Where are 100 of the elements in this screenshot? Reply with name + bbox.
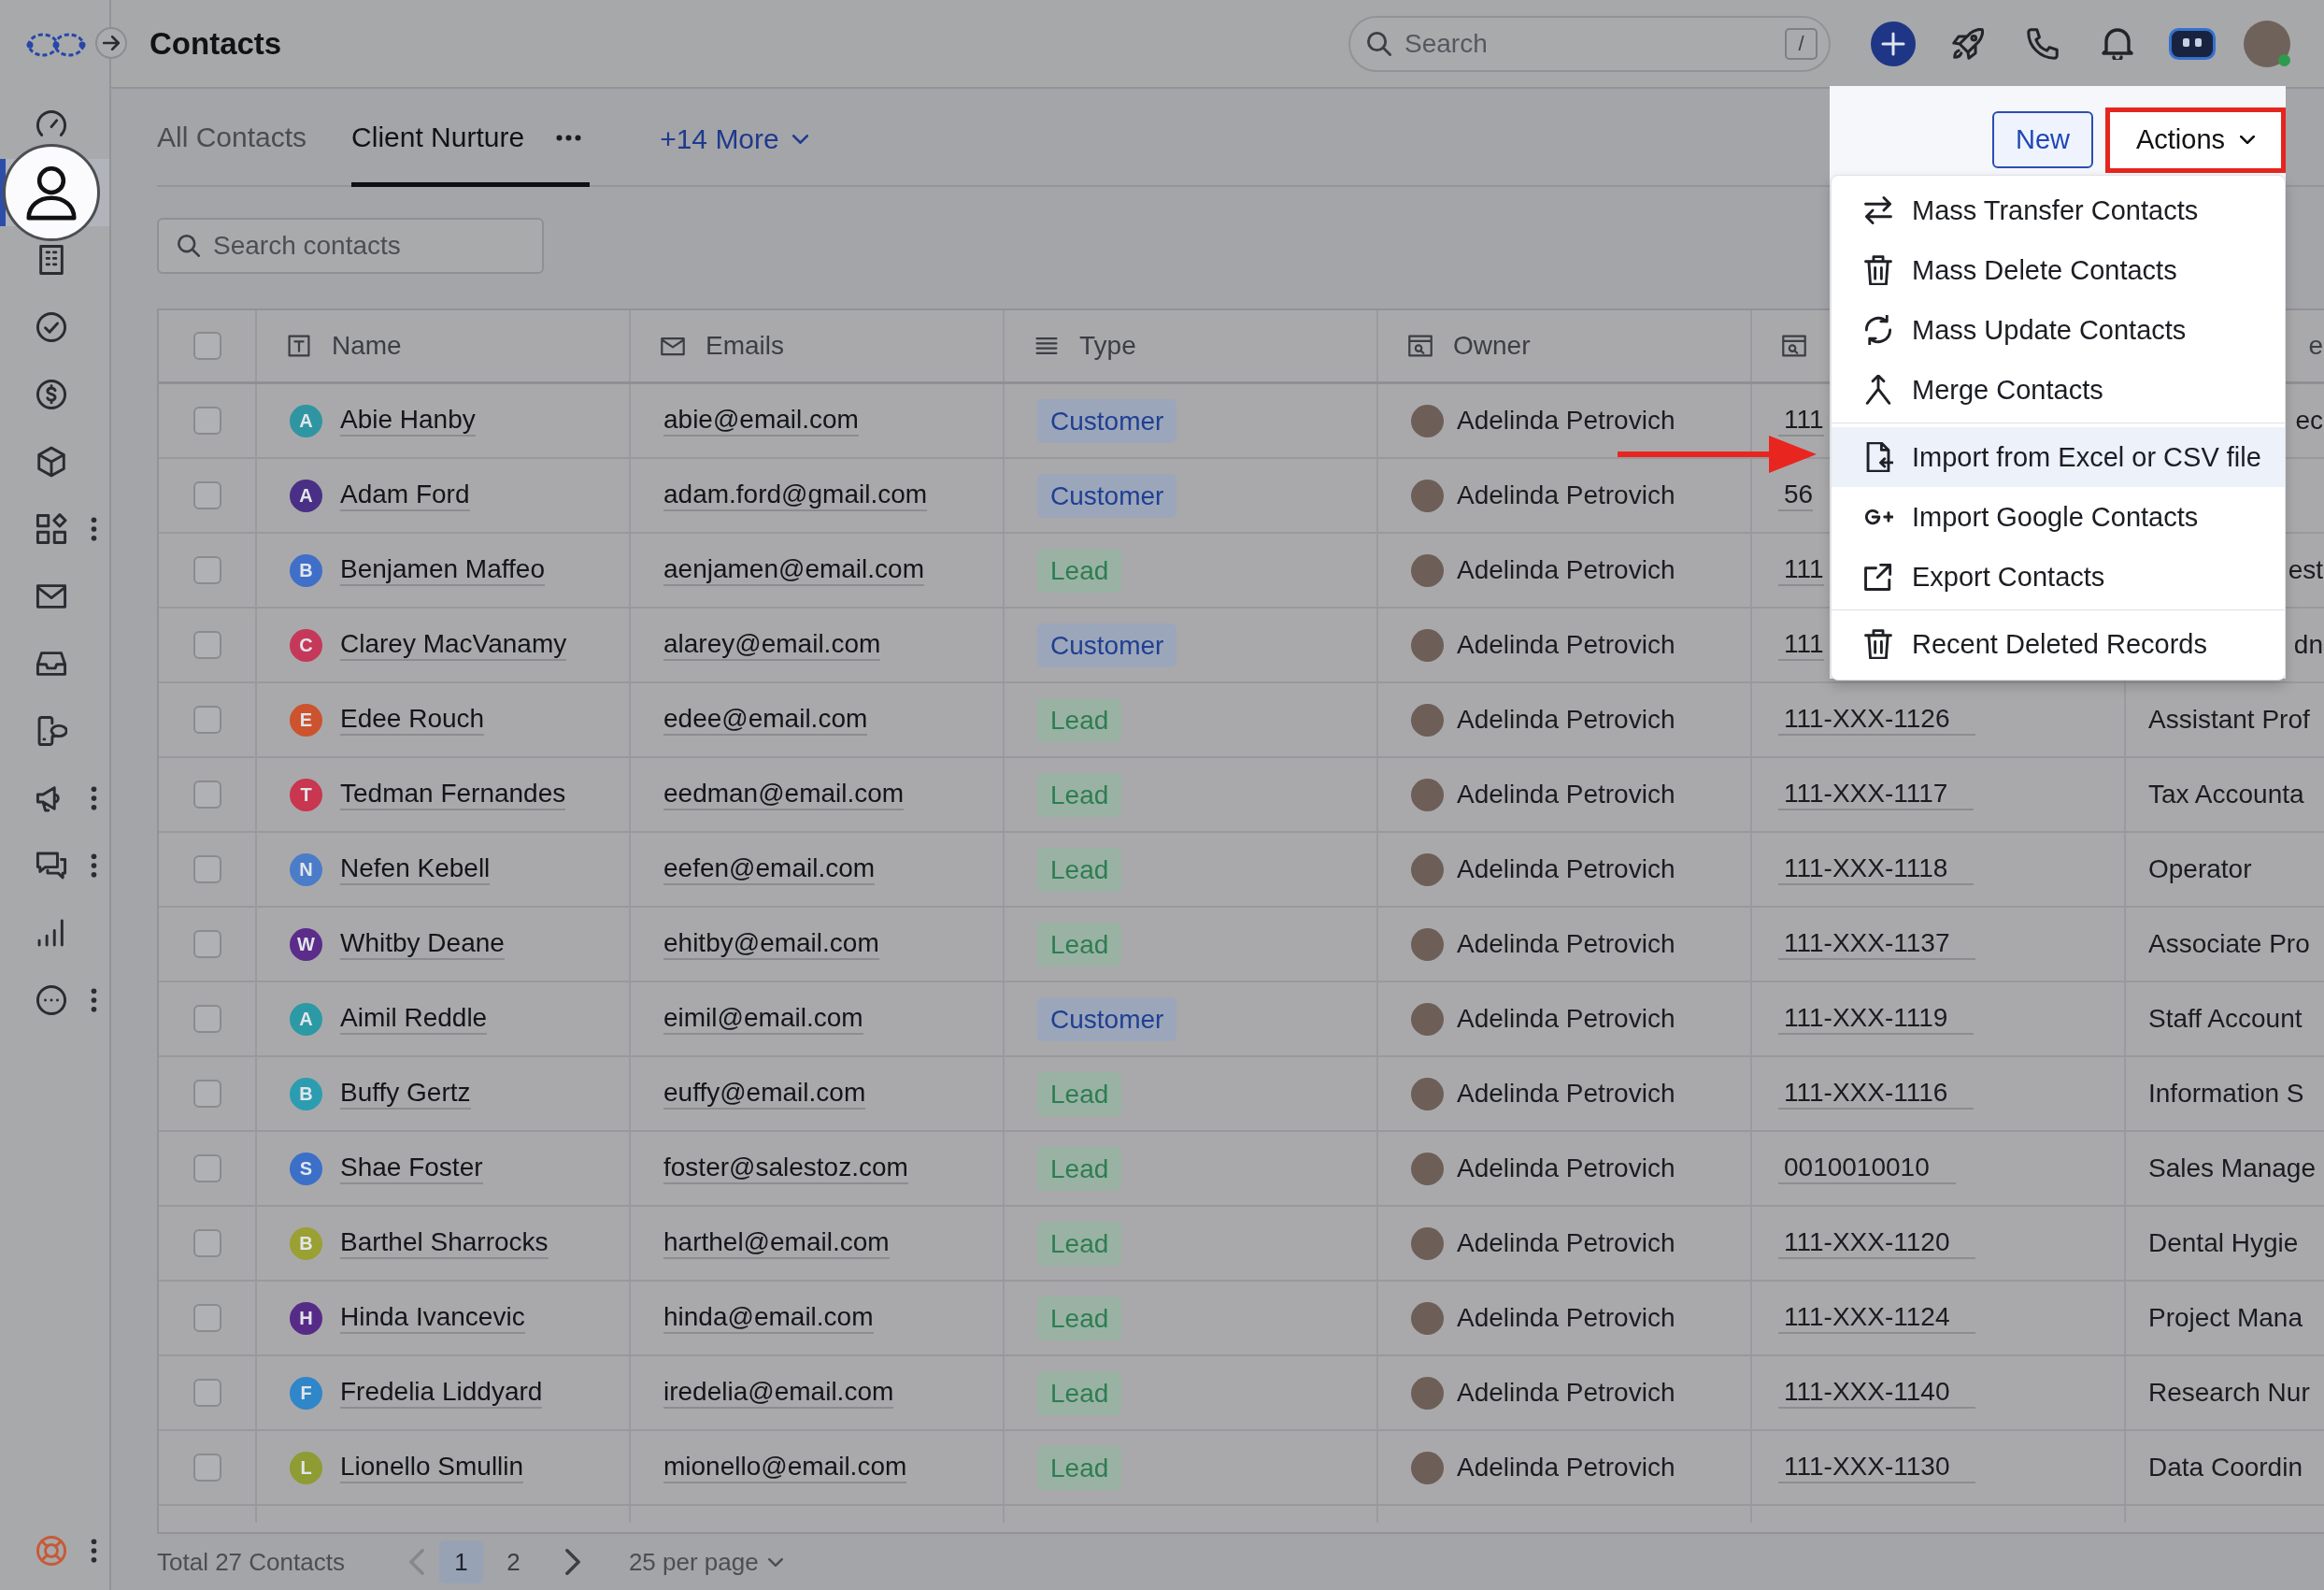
cell-text: Tax Accounta — [2148, 779, 2304, 810]
page-button[interactable]: 2 — [491, 1540, 535, 1583]
kebab-icon[interactable] — [91, 988, 97, 1012]
email-link[interactable]: eefen@email.com — [663, 852, 876, 886]
view-tab[interactable]: Client Nurture — [351, 89, 591, 187]
menu-item[interactable]: Import from Excel or CSV file — [1832, 427, 2285, 487]
row-checkbox[interactable] — [192, 930, 221, 958]
kebab-icon[interactable] — [91, 786, 97, 810]
row-checkbox[interactable] — [192, 706, 221, 734]
chevron-right-icon[interactable] — [564, 1549, 580, 1575]
column-header[interactable]: Emails — [706, 331, 784, 361]
arrow-icon — [103, 36, 120, 50]
email-link[interactable]: hinda@email.com — [663, 1301, 874, 1335]
column-header[interactable]: Owner — [1453, 331, 1531, 361]
initial-avatar: A — [290, 404, 322, 437]
row-checkbox[interactable] — [192, 855, 221, 883]
menu-item[interactable]: Import Google Contacts — [1832, 487, 2285, 547]
phone-number: 111 — [1778, 404, 1824, 437]
bell-icon[interactable] — [2102, 27, 2133, 60]
owner-avatar — [1411, 852, 1444, 886]
owner-name: Adelinda Petrovich — [1457, 1303, 1675, 1333]
email-link[interactable]: euffy@email.com — [663, 1077, 866, 1110]
user-avatar[interactable] — [2244, 20, 2290, 67]
phone-number: 111 — [1778, 553, 1824, 587]
new-button[interactable]: New — [1992, 111, 2093, 168]
cube-icon[interactable] — [36, 446, 67, 478]
contact-name[interactable]: Benjamen Maffeo — [340, 553, 545, 587]
plus-icon[interactable] — [1871, 21, 1916, 66]
menu-item[interactable]: Export Contacts — [1832, 547, 2285, 607]
cell-text: Associate Pro — [2148, 928, 2310, 960]
row-checkbox[interactable] — [192, 1379, 221, 1407]
email-link[interactable]: adam.ford@gmail.com — [663, 479, 928, 512]
column-header[interactable]: Type — [1079, 331, 1136, 361]
kebab-icon[interactable] — [91, 1539, 97, 1563]
menu-item[interactable]: Merge Contacts — [1832, 360, 2285, 420]
email-link[interactable]: iredelia@email.com — [663, 1376, 894, 1410]
contact-name[interactable]: Edee Rouch — [340, 703, 485, 737]
initial-avatar: S — [290, 1152, 322, 1185]
contact-name[interactable]: Tedman Fernandes — [340, 778, 566, 811]
page-button[interactable]: 1 — [438, 1540, 483, 1583]
phone-chat-icon[interactable] — [36, 715, 67, 747]
cell-text: est — [2288, 554, 2323, 586]
row-checkbox[interactable] — [192, 1154, 221, 1182]
email-link[interactable]: eimil@email.com — [663, 1002, 863, 1036]
column-header[interactable]: e — [2308, 331, 2323, 361]
robot-icon[interactable] — [2169, 27, 2216, 60]
email-link[interactable]: eedman@email.com — [663, 778, 905, 811]
menu-item[interactable]: Recent Deleted Records — [1832, 614, 2285, 674]
row-checkbox[interactable] — [192, 1080, 221, 1108]
row-checkbox[interactable] — [192, 1304, 221, 1332]
phone-icon[interactable] — [2027, 27, 2059, 60]
more-icon[interactable] — [556, 134, 582, 141]
row-checkbox[interactable] — [192, 1454, 221, 1482]
phone-number: 111-XXX-1137 — [1778, 927, 1976, 961]
email-link[interactable]: aenjamen@email.com — [663, 553, 924, 587]
search-contacts-field[interactable]: Search contacts — [157, 218, 544, 274]
cell-text: Project Mana — [2148, 1302, 2303, 1334]
email-link[interactable]: edee@email.com — [663, 703, 868, 737]
row-checkbox[interactable] — [192, 1005, 221, 1033]
type-tag: Customer — [1037, 473, 1177, 518]
row-checkbox[interactable] — [192, 407, 221, 435]
chat-bubbles-icon[interactable] — [36, 850, 67, 881]
column-header[interactable]: Name — [332, 331, 402, 361]
phone-number: 111-XXX-1117 — [1778, 778, 1975, 811]
menu-item[interactable]: Mass Update Contacts — [1832, 300, 2285, 360]
email-link[interactable]: foster@salestoz.com — [663, 1152, 908, 1185]
contact-name[interactable]: Clarey MacVanamy — [340, 628, 567, 662]
contact-name[interactable]: Whitby Deane — [340, 927, 505, 961]
cell-text: Data Coordin — [2148, 1452, 2303, 1483]
apps-icon[interactable] — [36, 513, 67, 545]
menu-item[interactable]: Mass Transfer Contacts — [1832, 180, 2285, 240]
row-checkbox[interactable] — [192, 631, 221, 659]
row-checkbox[interactable] — [192, 556, 221, 584]
more-views-button[interactable]: +14 More — [660, 89, 808, 185]
contact-name[interactable]: Aimil Reddle — [340, 1002, 488, 1036]
email-link[interactable]: mionello@email.com — [663, 1451, 907, 1484]
rocket-icon[interactable] — [1952, 27, 1984, 60]
contact-name[interactable]: Barthel Sharrocks — [340, 1226, 549, 1260]
contact-name[interactable]: Abie Hanby — [340, 404, 476, 437]
contact-name[interactable]: Fredelia Liddyard — [340, 1376, 543, 1410]
row-checkbox[interactable] — [192, 481, 221, 509]
row-checkbox[interactable] — [192, 781, 221, 809]
contact-name[interactable]: Buffy Gertz — [340, 1077, 471, 1110]
email-link[interactable]: abie@email.com — [663, 404, 859, 437]
actions-button[interactable]: Actions — [2110, 111, 2281, 168]
type-tag: Lead — [1037, 1296, 1122, 1340]
email-link[interactable]: ehitby@email.com — [663, 927, 879, 961]
contact-name[interactable]: Nefen Kebell — [340, 852, 491, 886]
dollar-icon[interactable] — [36, 379, 67, 410]
menu-item[interactable]: Mass Delete Contacts — [1832, 240, 2285, 300]
contact-name[interactable]: Adam Ford — [340, 479, 470, 512]
kebab-icon[interactable] — [91, 853, 97, 878]
select-all-checkbox[interactable] — [192, 332, 221, 360]
contact-name[interactable]: Hinda Ivancevic — [340, 1301, 525, 1335]
email-link[interactable]: alarey@email.com — [663, 628, 881, 662]
email-link[interactable]: harthel@email.com — [663, 1226, 890, 1260]
kebab-icon[interactable] — [91, 517, 97, 541]
row-checkbox[interactable] — [192, 1229, 221, 1257]
contact-name[interactable]: Shae Foster — [340, 1152, 483, 1185]
contact-name[interactable]: Lionello Smullin — [340, 1451, 524, 1484]
